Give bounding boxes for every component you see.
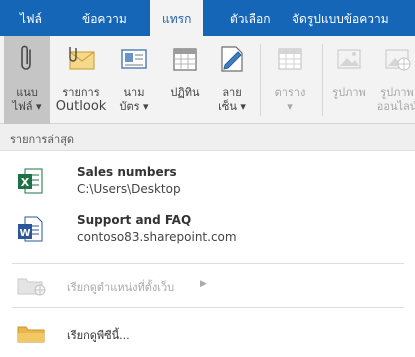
svg-text:W: W bbox=[19, 228, 30, 239]
signature-button[interactable]: ลาย เซ็น ▾ bbox=[210, 36, 254, 124]
table-label-1: ตาราง bbox=[274, 86, 306, 99]
business-card-button[interactable]: นาม บัตร ▾ bbox=[112, 36, 156, 124]
ribbon-separator bbox=[260, 44, 261, 116]
attach-file-label-2: ไฟล์ ▾ bbox=[12, 100, 42, 113]
attach-file-label-1: แนบ bbox=[16, 86, 38, 99]
outlook-item-label-1: รายการ bbox=[62, 86, 100, 99]
attach-file-button[interactable]: แนบ ไฟล์ ▾ bbox=[4, 36, 50, 124]
tab-message[interactable]: ข้อความ bbox=[82, 10, 127, 29]
submenu-arrow-icon: ▶ bbox=[200, 279, 207, 289]
online-picture-icon bbox=[385, 49, 411, 71]
signature-label-2: เซ็น ▾ bbox=[218, 100, 246, 113]
web-folder-icon bbox=[17, 278, 46, 296]
calendar-button[interactable]: ปฏิทิน bbox=[164, 36, 206, 124]
folder-icon bbox=[17, 326, 45, 343]
recent-item-title: Support and FAQ bbox=[77, 213, 192, 227]
attach-file-dropdown: รายการล่าสุด X Sales numbers C:\Users\De… bbox=[0, 124, 415, 357]
recent-items-heading: รายการล่าสุด bbox=[10, 133, 75, 146]
table-label-2: ▾ bbox=[287, 100, 293, 113]
signature-label-1: ลาย bbox=[222, 86, 242, 99]
recent-item-path: contoso83.sharepoint.com bbox=[77, 230, 237, 244]
menu-divider bbox=[12, 263, 404, 264]
tab-file[interactable]: ไฟล์ bbox=[20, 10, 42, 29]
online-pictures-label-2: ออนไลน์ bbox=[376, 100, 415, 113]
browse-web-locations-item[interactable]: เรียกดูตำแหน่งที่ตั้งเว็บ ▶ bbox=[0, 269, 415, 299]
excel-file-icon: X bbox=[18, 168, 43, 194]
calendar-icon bbox=[173, 48, 197, 71]
word-file-icon: W bbox=[18, 216, 43, 242]
recent-item-support-faq[interactable]: W Support and FAQ contoso83.sharepoint.c… bbox=[0, 206, 415, 252]
recent-items-header: รายการล่าสุด bbox=[0, 124, 415, 151]
table-icon bbox=[278, 48, 302, 70]
outlook-item-button[interactable]: รายการ Outlook bbox=[52, 36, 110, 124]
business-card-icon bbox=[121, 49, 147, 69]
tab-format-text[interactable]: จัดรูปแบบข้อความ bbox=[292, 10, 389, 29]
calendar-label: ปฏิทิน bbox=[170, 86, 200, 99]
browse-this-pc-item[interactable]: เรียกดูพีซีนี้... bbox=[0, 317, 415, 347]
recent-item-sales-numbers[interactable]: X Sales numbers C:\Users\Desktop bbox=[0, 158, 415, 204]
business-card-label-2: บัตร ▾ bbox=[119, 100, 149, 113]
pictures-label: รูปภาพ bbox=[332, 86, 366, 99]
ribbon: แนบ ไฟล์ ▾ รายการ Outlook นาม บัตร ▾ ปฏิทิ bbox=[0, 36, 415, 124]
menu-divider bbox=[12, 307, 404, 308]
browse-this-pc-label: เรียกดูพีซีนี้... bbox=[67, 329, 130, 342]
ribbon-tab-bar: ไฟล์ ข้อความ แทรก ตัวเลือก จัดรูปแบบข้อค… bbox=[0, 0, 415, 36]
table-button[interactable]: ตาราง ▾ bbox=[266, 36, 314, 124]
online-pictures-label-1: รูปภาพ bbox=[380, 86, 414, 99]
tab-insert[interactable]: แทรก bbox=[150, 0, 204, 36]
ribbon-separator bbox=[322, 44, 323, 116]
picture-icon bbox=[337, 49, 361, 69]
signature-icon bbox=[221, 46, 243, 72]
browse-web-locations-label: เรียกดูตำแหน่งที่ตั้งเว็บ bbox=[67, 281, 175, 294]
outlook-item-icon bbox=[69, 47, 95, 70]
recent-item-title: Sales numbers bbox=[77, 165, 177, 179]
business-card-label-1: นาม bbox=[123, 86, 145, 99]
recent-item-path: C:\Users\Desktop bbox=[77, 182, 181, 196]
outlook-item-label-2: Outlook bbox=[55, 99, 107, 114]
tab-options[interactable]: ตัวเลือก bbox=[230, 10, 270, 29]
paperclip-icon bbox=[21, 45, 31, 70]
online-pictures-button[interactable]: รูปภาพ ออนไลน์ bbox=[374, 36, 415, 124]
svg-text:X: X bbox=[21, 176, 30, 189]
pictures-button[interactable]: รูปภาพ bbox=[326, 36, 372, 124]
